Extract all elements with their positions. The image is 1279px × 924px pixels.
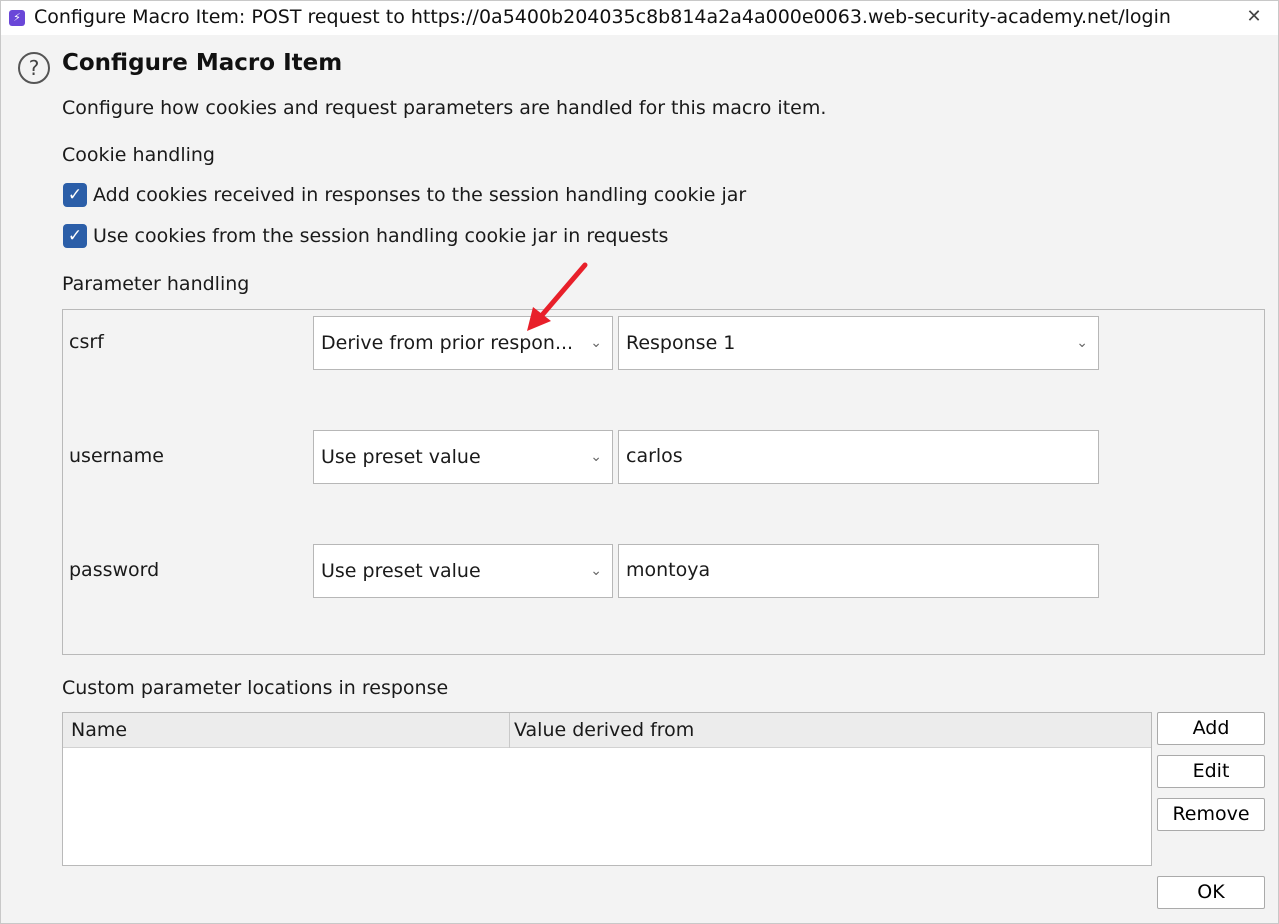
custom-locations-table[interactable]: Name Value derived from bbox=[62, 712, 1152, 866]
param-name-csrf: csrf bbox=[69, 331, 104, 353]
use-cookies-option[interactable]: ✓ Use cookies from the session handling … bbox=[63, 223, 668, 249]
param-name-password: password bbox=[69, 559, 160, 581]
password-mode-value: Use preset value bbox=[321, 560, 481, 582]
close-button[interactable]: ✕ bbox=[1244, 5, 1264, 29]
configure-macro-item-dialog: ⚡ Configure Macro Item: POST request to … bbox=[0, 0, 1279, 924]
annotation-arrow-icon bbox=[527, 262, 588, 331]
param-name-username: username bbox=[69, 445, 164, 467]
dialog-heading: Configure Macro Item bbox=[62, 50, 343, 76]
use-cookies-label: Use cookies from the session handling co… bbox=[93, 225, 669, 247]
username-value-field[interactable]: carlos bbox=[618, 430, 1099, 484]
remove-button[interactable]: Remove bbox=[1157, 798, 1265, 831]
cookie-handling-label: Cookie handling bbox=[62, 144, 215, 166]
password-mode-dropdown[interactable]: Use preset value ⌄ bbox=[313, 544, 613, 598]
username-mode-value: Use preset value bbox=[321, 446, 481, 468]
add-button[interactable]: Add bbox=[1157, 712, 1265, 745]
burp-app-icon: ⚡ bbox=[9, 10, 25, 26]
edit-button[interactable]: Edit bbox=[1157, 755, 1265, 788]
add-cookies-label: Add cookies received in responses to the… bbox=[93, 184, 747, 206]
table-header: Name Value derived from bbox=[63, 713, 1151, 748]
add-cookies-option[interactable]: ✓ Add cookies received in responses to t… bbox=[63, 182, 746, 208]
column-header-name[interactable]: Name bbox=[63, 713, 127, 748]
help-icon[interactable]: ? bbox=[18, 52, 50, 84]
parameter-handling-label: Parameter handling bbox=[62, 273, 250, 295]
chevron-down-icon: ⌄ bbox=[590, 563, 602, 579]
chevron-down-icon: ⌄ bbox=[590, 449, 602, 465]
ok-button[interactable]: OK bbox=[1157, 876, 1265, 909]
custom-locations-label: Custom parameter locations in response bbox=[62, 677, 449, 699]
username-mode-dropdown[interactable]: Use preset value ⌄ bbox=[313, 430, 613, 484]
use-cookies-checkbox[interactable]: ✓ bbox=[63, 224, 87, 248]
csrf-response-dropdown[interactable]: Response 1 ⌄ bbox=[618, 316, 1099, 370]
password-value-field[interactable]: montoya bbox=[618, 544, 1099, 598]
chevron-down-icon: ⌄ bbox=[1076, 335, 1088, 351]
csrf-response-value: Response 1 bbox=[626, 332, 736, 354]
column-header-value-derived-from[interactable]: Value derived from bbox=[506, 713, 694, 748]
add-cookies-checkbox[interactable]: ✓ bbox=[63, 183, 87, 207]
window-title: Configure Macro Item: POST request to ht… bbox=[34, 6, 1171, 28]
parameter-handling-panel: csrf Derive from prior respon... ⌄ Respo… bbox=[62, 309, 1265, 655]
dialog-description: Configure how cookies and request parame… bbox=[62, 97, 827, 119]
title-bar: ⚡ Configure Macro Item: POST request to … bbox=[1, 1, 1278, 35]
